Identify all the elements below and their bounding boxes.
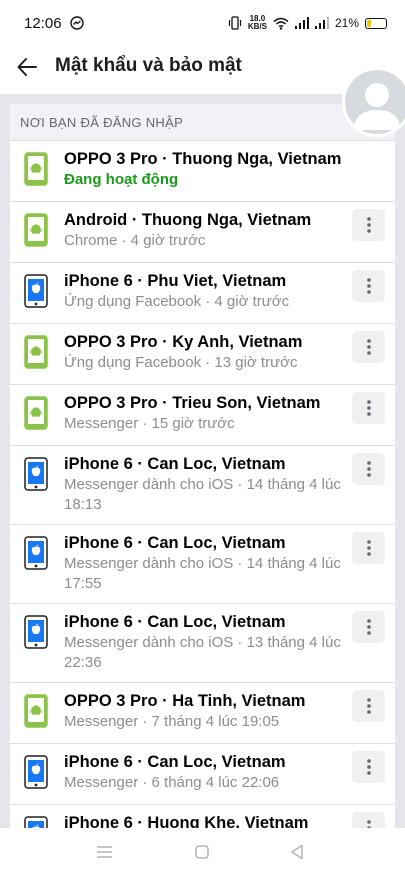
back-triangle-icon[interactable] bbox=[290, 844, 304, 860]
battery-percentage: 21% bbox=[334, 16, 359, 30]
more-options-button[interactable] bbox=[352, 751, 385, 783]
default-avatar-icon bbox=[353, 83, 401, 130]
session-device-name: iPhone 6 · Can Loc, Vietnam bbox=[64, 753, 286, 771]
more-options-button[interactable] bbox=[352, 209, 385, 241]
vertical-ellipsis-icon bbox=[366, 698, 371, 714]
android-phone-icon bbox=[24, 152, 48, 186]
vertical-ellipsis-icon bbox=[366, 278, 371, 294]
login-locations-panel: NƠI BẠN ĐÃ ĐĂNG NHẬP OPPO 3 Pro · Thuong… bbox=[10, 104, 395, 828]
iphone-icon bbox=[24, 274, 48, 308]
vertical-ellipsis-icon bbox=[366, 339, 371, 355]
session-row[interactable]: iPhone 6 · Can Loc, Vietnam Messenger dàn… bbox=[10, 604, 395, 683]
status-bar: 12:06 18.0 KB/S 21% bbox=[0, 0, 405, 46]
vertical-ellipsis-icon bbox=[366, 461, 371, 477]
session-row[interactable]: iPhone 6 · Can Loc, Vietnam Messenger dàn… bbox=[10, 525, 395, 604]
status-time: 12:06 bbox=[24, 15, 62, 32]
battery-icon bbox=[365, 17, 387, 29]
session-row[interactable]: OPPO 3 Pro · Thuong Nga, Vietnam Đang hoạ… bbox=[10, 141, 395, 202]
vertical-ellipsis-icon bbox=[366, 619, 371, 635]
more-options-button[interactable] bbox=[352, 270, 385, 302]
android-phone-icon bbox=[24, 694, 48, 728]
iphone-icon bbox=[24, 755, 48, 789]
android-phone-icon bbox=[24, 335, 48, 369]
session-row[interactable]: iPhone 6 · Phu Viet, Vietnam Ứng dụng Fac… bbox=[10, 263, 395, 324]
session-row[interactable]: iPhone 6 · Can Loc, Vietnam Messenger · 6… bbox=[10, 744, 395, 805]
session-device-name: iPhone 6 · Can Loc, Vietnam bbox=[64, 534, 286, 552]
session-detail: Messenger · 15 giờ trước bbox=[64, 415, 235, 432]
session-detail: Messenger · 6 tháng 4 lúc 22:06 bbox=[64, 774, 280, 791]
session-device-name: OPPO 3 Pro · Ky Anh, Vietnam bbox=[64, 333, 303, 351]
more-options-button[interactable] bbox=[352, 453, 385, 485]
session-device-name: Android · Thuong Nga, Vietnam bbox=[64, 211, 312, 229]
avatar[interactable] bbox=[342, 67, 405, 137]
session-detail: Chrome · 4 giờ trước bbox=[64, 232, 206, 249]
more-options-button[interactable] bbox=[352, 812, 385, 828]
wifi-icon bbox=[273, 17, 289, 30]
iphone-icon bbox=[24, 615, 48, 649]
session-device-name: OPPO 3 Pro · Thuong Nga, Vietnam bbox=[64, 150, 342, 168]
iphone-icon bbox=[24, 457, 48, 491]
cellular-signal-icon bbox=[314, 17, 329, 29]
back-arrow-icon[interactable] bbox=[16, 56, 38, 78]
session-detail: Messenger dành cho iOS · 13 tháng 4 lúc … bbox=[64, 634, 341, 671]
more-options-button[interactable] bbox=[352, 611, 385, 643]
home-icon[interactable] bbox=[195, 845, 209, 859]
session-detail: Ứng dụng Facebook · 13 giờ trước bbox=[64, 354, 298, 371]
session-row[interactable]: OPPO 3 Pro · Ky Anh, Vietnam Ứng dụng Fac… bbox=[10, 324, 395, 385]
session-list: OPPO 3 Pro · Thuong Nga, Vietnam Đang hoạ… bbox=[10, 141, 395, 828]
session-device-name: iPhone 6 · Can Loc, Vietnam bbox=[64, 613, 286, 631]
vertical-ellipsis-icon bbox=[366, 217, 371, 233]
session-device-name: iPhone 6 · Phu Viet, Vietnam bbox=[64, 272, 287, 290]
vertical-ellipsis-icon bbox=[366, 540, 371, 556]
iphone-icon bbox=[24, 816, 48, 828]
session-detail: Messenger dành cho iOS · 14 tháng 4 lúc … bbox=[64, 555, 341, 592]
more-options-button[interactable] bbox=[352, 690, 385, 722]
messenger-notification-icon bbox=[70, 16, 84, 30]
status-icons: 18.0 KB/S 21% bbox=[228, 14, 387, 32]
android-phone-icon bbox=[24, 213, 48, 247]
network-speed: 18.0 KB/S bbox=[248, 15, 267, 31]
cellular-signal-icon bbox=[294, 17, 309, 29]
session-row[interactable]: OPPO 3 Pro · Ha Tinh, Vietnam Messenger ·… bbox=[10, 683, 395, 744]
more-options-button[interactable] bbox=[352, 532, 385, 564]
menu-icon[interactable] bbox=[96, 845, 113, 859]
session-device-name: iPhone 6 · Can Loc, Vietnam bbox=[64, 455, 286, 473]
more-options-button[interactable] bbox=[352, 331, 385, 363]
android-phone-icon bbox=[24, 396, 48, 430]
session-detail: Messenger · 7 tháng 4 lúc 19:05 bbox=[64, 713, 280, 730]
vertical-ellipsis-icon bbox=[366, 759, 371, 775]
vertical-ellipsis-icon bbox=[366, 820, 371, 828]
session-row[interactable]: iPhone 6 · Huong Khe, Vietnam bbox=[10, 805, 395, 828]
session-row[interactable]: iPhone 6 · Can Loc, Vietnam Messenger dàn… bbox=[10, 446, 395, 525]
session-device-name: OPPO 3 Pro · Ha Tinh, Vietnam bbox=[64, 692, 306, 710]
active-status-label: Đang hoạt động bbox=[64, 171, 179, 188]
session-row[interactable]: Android · Thuong Nga, Vietnam Chrome · 4 … bbox=[10, 202, 395, 263]
section-title: NƠI BẠN ĐÃ ĐĂNG NHẬP bbox=[20, 114, 184, 130]
network-speed-unit: KB/S bbox=[247, 22, 267, 31]
vertical-ellipsis-icon bbox=[366, 400, 371, 416]
session-row[interactable]: OPPO 3 Pro · Trieu Son, Vietnam Messenger… bbox=[10, 385, 395, 446]
vibrate-icon bbox=[228, 16, 241, 30]
page-title: Mật khẩu và bảo mật bbox=[55, 55, 242, 76]
session-device-name: iPhone 6 · Huong Khe, Vietnam bbox=[64, 814, 309, 828]
session-device-name: OPPO 3 Pro · Trieu Son, Vietnam bbox=[64, 394, 321, 412]
section-header: NƠI BẠN ĐÃ ĐĂNG NHẬP bbox=[10, 104, 395, 141]
session-detail: Ứng dụng Facebook · 4 giờ trước bbox=[64, 293, 290, 310]
session-detail: Messenger dành cho iOS · 14 tháng 4 lúc … bbox=[64, 476, 341, 513]
system-navigation-bar bbox=[0, 828, 405, 878]
more-options-button[interactable] bbox=[352, 392, 385, 424]
iphone-icon bbox=[24, 536, 48, 570]
